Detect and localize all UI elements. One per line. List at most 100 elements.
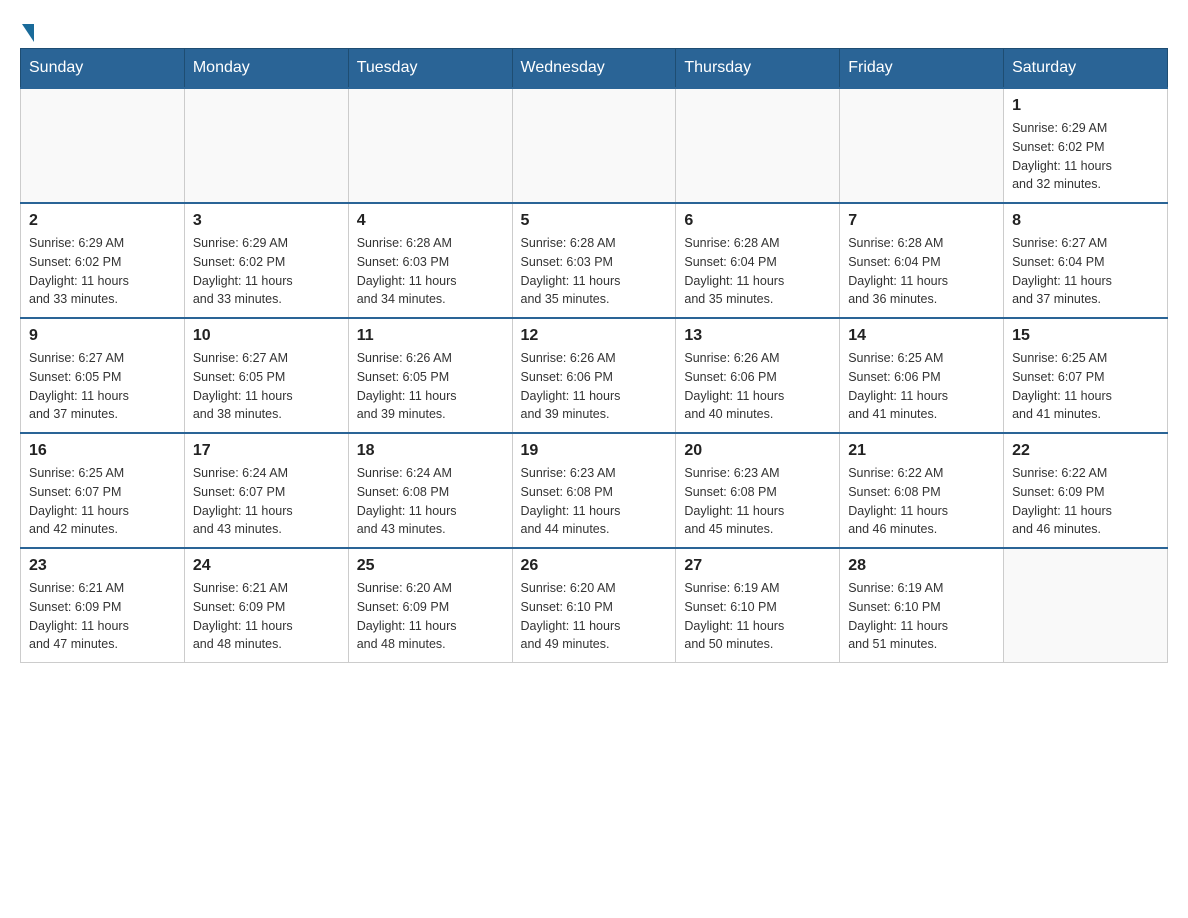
week-row-3: 9 Sunrise: 6:27 AMSunset: 6:05 PMDaylight… [21,318,1168,433]
day-number: 20 [684,442,831,460]
day-number: 24 [193,557,340,575]
day-number: 16 [29,442,176,460]
calendar-cell: 26 Sunrise: 6:20 AMSunset: 6:10 PMDayligh… [512,548,676,663]
day-number: 17 [193,442,340,460]
calendar-table: SundayMondayTuesdayWednesdayThursdayFrid… [20,48,1168,663]
logo [20,20,54,38]
day-info: Sunrise: 6:20 AMSunset: 6:10 PMDaylight:… [521,579,668,654]
calendar-cell: 2 Sunrise: 6:29 AMSunset: 6:02 PMDaylight… [21,203,185,318]
day-header-saturday: Saturday [1004,49,1168,89]
calendar-cell [21,88,185,203]
day-header-tuesday: Tuesday [348,49,512,89]
calendar-cell: 21 Sunrise: 6:22 AMSunset: 6:08 PMDayligh… [840,433,1004,548]
calendar-cell: 5 Sunrise: 6:28 AMSunset: 6:03 PMDaylight… [512,203,676,318]
calendar-cell [184,88,348,203]
day-info: Sunrise: 6:29 AMSunset: 6:02 PMDaylight:… [29,234,176,309]
calendar-cell: 24 Sunrise: 6:21 AMSunset: 6:09 PMDayligh… [184,548,348,663]
calendar-cell: 9 Sunrise: 6:27 AMSunset: 6:05 PMDaylight… [21,318,185,433]
day-number: 22 [1012,442,1159,460]
day-number: 27 [684,557,831,575]
day-info: Sunrise: 6:28 AMSunset: 6:04 PMDaylight:… [684,234,831,309]
day-number: 12 [521,327,668,345]
calendar-cell: 15Sunrise: 6:25 AMSunset: 6:07 PMDayligh… [1004,318,1168,433]
day-info: Sunrise: 6:26 AMSunset: 6:06 PMDaylight:… [684,349,831,424]
calendar-cell: 14Sunrise: 6:25 AMSunset: 6:06 PMDayligh… [840,318,1004,433]
day-number: 8 [1012,212,1159,230]
calendar-cell: 22 Sunrise: 6:22 AMSunset: 6:09 PMDayligh… [1004,433,1168,548]
calendar-cell: 19 Sunrise: 6:23 AMSunset: 6:08 PMDayligh… [512,433,676,548]
day-info: Sunrise: 6:26 AMSunset: 6:06 PMDaylight:… [521,349,668,424]
calendar-cell [840,88,1004,203]
day-header-sunday: Sunday [21,49,185,89]
day-number: 21 [848,442,995,460]
calendar-cell: 16 Sunrise: 6:25 AMSunset: 6:07 PMDayligh… [21,433,185,548]
calendar-cell: 23Sunrise: 6:21 AMSunset: 6:09 PMDayligh… [21,548,185,663]
day-number: 4 [357,212,504,230]
calendar-cell: 17 Sunrise: 6:24 AMSunset: 6:07 PMDayligh… [184,433,348,548]
day-header-wednesday: Wednesday [512,49,676,89]
calendar-cell: 4 Sunrise: 6:28 AMSunset: 6:03 PMDaylight… [348,203,512,318]
day-info: Sunrise: 6:19 AMSunset: 6:10 PMDaylight:… [848,579,995,654]
day-info: Sunrise: 6:23 AMSunset: 6:08 PMDaylight:… [684,464,831,539]
day-info: Sunrise: 6:28 AMSunset: 6:03 PMDaylight:… [357,234,504,309]
day-number: 28 [848,557,995,575]
calendar-cell: 11 Sunrise: 6:26 AMSunset: 6:05 PMDayligh… [348,318,512,433]
week-row-1: 1 Sunrise: 6:29 AMSunset: 6:02 PMDaylight… [21,88,1168,203]
day-info: Sunrise: 6:20 AMSunset: 6:09 PMDaylight:… [357,579,504,654]
week-row-5: 23 Sunrise: 6:21 AMSunset: 6:09 PMDayligh… [21,548,1168,663]
calendar-cell [348,88,512,203]
day-number: 1 [1012,97,1159,115]
day-number: 23 [29,557,176,575]
calendar-cell: 12 Sunrise: 6:26 AMSunset: 6:06 PMDayligh… [512,318,676,433]
day-number: 26 [521,557,668,575]
day-number: 5 [521,212,668,230]
calendar-cell: 18 Sunrise: 6:24 AMSunset: 6:08 PMDayligh… [348,433,512,548]
day-info: Sunrise: 6:24 AMSunset: 6:07 PMDaylight:… [193,464,340,539]
day-info: Sunrise: 6:27 AMSunset: 6:05 PMDaylight:… [29,349,176,424]
logo-arrow-icon [22,24,34,42]
calendar-cell: 1 Sunrise: 6:29 AMSunset: 6:02 PMDaylight… [1004,88,1168,203]
day-number: 3 [193,212,340,230]
calendar-cell: 3 Sunrise: 6:29 AMSunset: 6:02 PMDaylight… [184,203,348,318]
day-info: Sunrise: 6:28 AMSunset: 6:04 PMDaylight:… [848,234,995,309]
day-header-friday: Friday [840,49,1004,89]
calendar-cell: 7Sunrise: 6:28 AMSunset: 6:04 PMDaylight… [840,203,1004,318]
day-info: Sunrise: 6:22 AMSunset: 6:08 PMDaylight:… [848,464,995,539]
calendar-cell: 20 Sunrise: 6:23 AMSunset: 6:08 PMDayligh… [676,433,840,548]
day-number: 14 [848,327,995,345]
calendar-cell [512,88,676,203]
calendar-cell: 28 Sunrise: 6:19 AMSunset: 6:10 PMDayligh… [840,548,1004,663]
day-header-thursday: Thursday [676,49,840,89]
calendar-cell: 6Sunrise: 6:28 AMSunset: 6:04 PMDaylight… [676,203,840,318]
day-number: 25 [357,557,504,575]
calendar-cell: 25 Sunrise: 6:20 AMSunset: 6:09 PMDayligh… [348,548,512,663]
day-number: 19 [521,442,668,460]
calendar-header-row: SundayMondayTuesdayWednesdayThursdayFrid… [21,49,1168,89]
calendar-cell: 13 Sunrise: 6:26 AMSunset: 6:06 PMDayligh… [676,318,840,433]
day-number: 10 [193,327,340,345]
day-number: 9 [29,327,176,345]
calendar-cell: 27 Sunrise: 6:19 AMSunset: 6:10 PMDayligh… [676,548,840,663]
day-info: Sunrise: 6:22 AMSunset: 6:09 PMDaylight:… [1012,464,1159,539]
day-info: Sunrise: 6:28 AMSunset: 6:03 PMDaylight:… [521,234,668,309]
day-number: 11 [357,327,504,345]
day-info: Sunrise: 6:29 AMSunset: 6:02 PMDaylight:… [193,234,340,309]
day-info: Sunrise: 6:27 AMSunset: 6:04 PMDaylight:… [1012,234,1159,309]
day-info: Sunrise: 6:23 AMSunset: 6:08 PMDaylight:… [521,464,668,539]
day-info: Sunrise: 6:19 AMSunset: 6:10 PMDaylight:… [684,579,831,654]
day-info: Sunrise: 6:25 AMSunset: 6:07 PMDaylight:… [29,464,176,539]
day-info: Sunrise: 6:24 AMSunset: 6:08 PMDaylight:… [357,464,504,539]
day-number: 18 [357,442,504,460]
week-row-2: 2 Sunrise: 6:29 AMSunset: 6:02 PMDaylight… [21,203,1168,318]
day-info: Sunrise: 6:27 AMSunset: 6:05 PMDaylight:… [193,349,340,424]
day-number: 2 [29,212,176,230]
calendar-cell [676,88,840,203]
calendar-cell: 10 Sunrise: 6:27 AMSunset: 6:05 PMDayligh… [184,318,348,433]
calendar-cell: 8 Sunrise: 6:27 AMSunset: 6:04 PMDaylight… [1004,203,1168,318]
week-row-4: 16 Sunrise: 6:25 AMSunset: 6:07 PMDayligh… [21,433,1168,548]
day-number: 15 [1012,327,1159,345]
day-info: Sunrise: 6:26 AMSunset: 6:05 PMDaylight:… [357,349,504,424]
day-info: Sunrise: 6:29 AMSunset: 6:02 PMDaylight:… [1012,119,1159,194]
day-info: Sunrise: 6:21 AMSunset: 6:09 PMDaylight:… [193,579,340,654]
day-number: 13 [684,327,831,345]
